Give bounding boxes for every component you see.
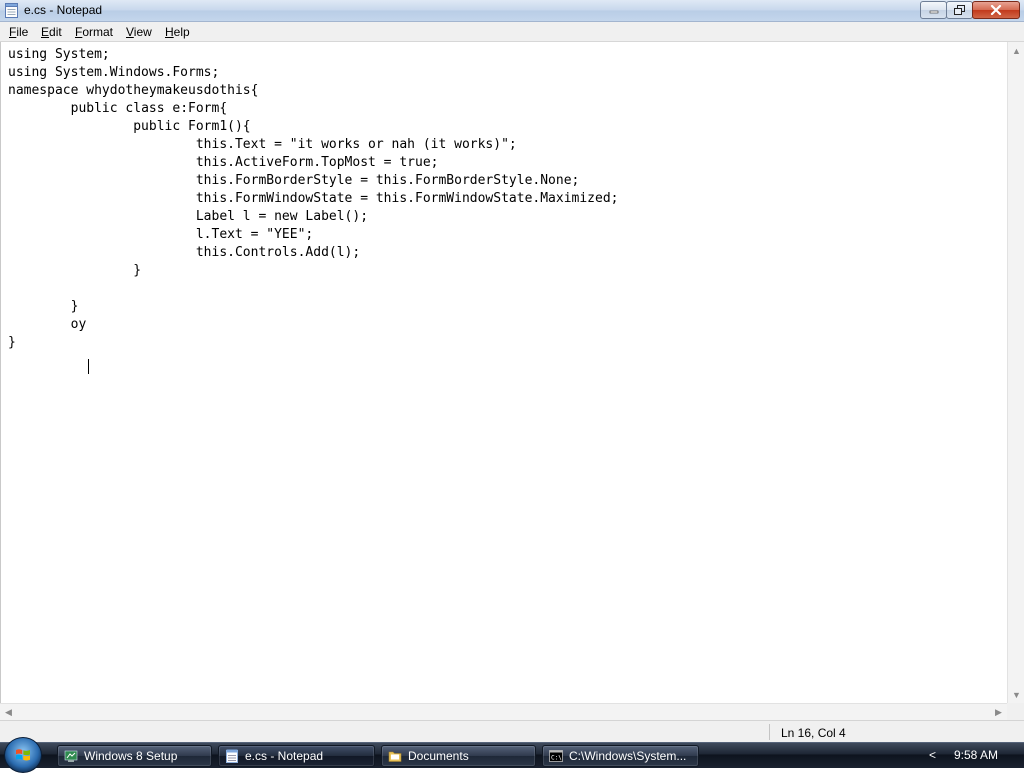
taskbar-item-documents[interactable]: Documents bbox=[381, 745, 536, 767]
vertical-scrollbar[interactable]: ▲ ▼ bbox=[1007, 42, 1024, 703]
cursor-position: Ln 16, Col 4 bbox=[781, 726, 846, 740]
scroll-left-arrow-icon[interactable]: ◀ bbox=[0, 704, 17, 721]
scroll-up-arrow-icon[interactable]: ▲ bbox=[1008, 42, 1024, 59]
status-bar: Ln 16, Col 4 bbox=[0, 720, 1024, 742]
notepad-icon bbox=[226, 749, 238, 763]
setup-icon bbox=[64, 750, 78, 762]
windows-start-icon bbox=[16, 749, 30, 761]
minimize-button[interactable] bbox=[920, 1, 947, 19]
horizontal-scrollbar[interactable]: ◀ ▶ bbox=[0, 703, 1007, 720]
menu-file[interactable]: File bbox=[9, 25, 28, 39]
folder-icon bbox=[388, 751, 402, 762]
show-hidden-icons-button[interactable]: < bbox=[929, 748, 936, 762]
close-icon bbox=[990, 5, 1002, 15]
menu-view[interactable]: View bbox=[126, 25, 152, 39]
scrollbar-corner bbox=[1007, 703, 1024, 720]
window-title: e.cs - Notepad bbox=[24, 3, 103, 17]
cmd-icon: C:\ bbox=[549, 750, 563, 762]
scroll-down-arrow-icon[interactable]: ▼ bbox=[1008, 686, 1024, 703]
menu-help[interactable]: Help bbox=[165, 25, 190, 39]
title-bar[interactable]: e.cs - Notepad bbox=[0, 0, 1024, 22]
taskbar-item-notepad[interactable]: e.cs - Notepad bbox=[218, 745, 375, 767]
menu-edit[interactable]: Edit bbox=[41, 25, 62, 39]
maximize-button[interactable] bbox=[946, 1, 973, 19]
scroll-right-arrow-icon[interactable]: ▶ bbox=[990, 704, 1007, 721]
text-editor[interactable]: using System; using System.Windows.Forms… bbox=[0, 42, 1007, 703]
notepad-icon bbox=[5, 3, 18, 18]
editor-text[interactable]: using System; using System.Windows.Forms… bbox=[8, 46, 618, 352]
restore-icon bbox=[954, 5, 965, 15]
taskbar-item-windows-8-setup[interactable]: Windows 8 Setup bbox=[57, 745, 212, 767]
taskbar-item-command-prompt[interactable]: C:\ C:\Windows\System... bbox=[542, 745, 699, 767]
taskbar: Windows 8 Setup e.cs - Notepad Documents… bbox=[0, 737, 1024, 773]
menu-bar: File Edit Format View Help bbox=[0, 22, 1024, 42]
taskbar-clock[interactable]: 9:58 AM bbox=[954, 748, 998, 762]
minimize-icon bbox=[929, 10, 938, 14]
status-divider bbox=[769, 724, 770, 740]
close-button[interactable] bbox=[972, 1, 1020, 19]
svg-text:C:\: C:\ bbox=[551, 755, 562, 762]
text-caret bbox=[88, 359, 89, 374]
menu-format[interactable]: Format bbox=[75, 25, 113, 39]
